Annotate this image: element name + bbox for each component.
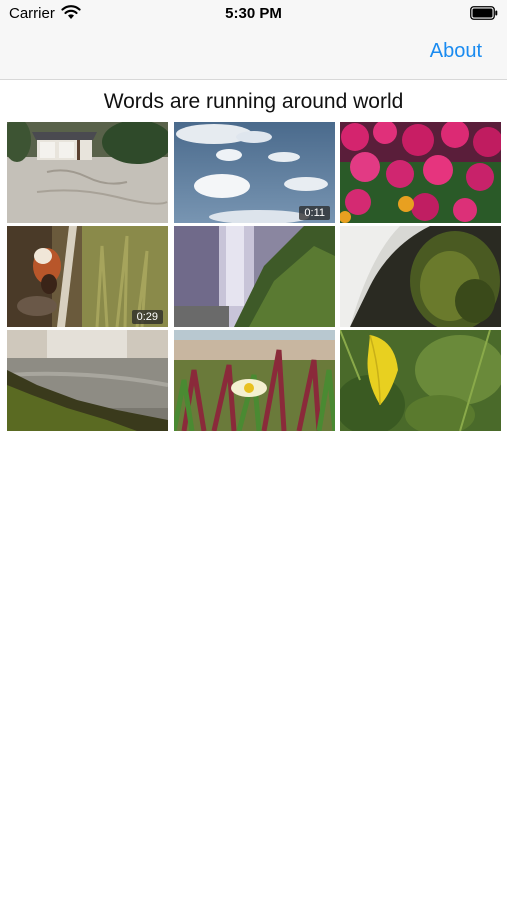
photo-grid: 0:11 0:29 bbox=[7, 122, 501, 433]
video-duration-badge: 0:11 bbox=[299, 206, 330, 220]
pink-flowers-thumbnail bbox=[340, 122, 501, 223]
river-rapids-thumbnail bbox=[7, 330, 168, 431]
photo-tile[interactable] bbox=[7, 330, 168, 431]
photo-tile[interactable] bbox=[174, 226, 335, 327]
photo-tile[interactable] bbox=[340, 226, 501, 327]
waterfall-cliff-thumbnail bbox=[174, 226, 335, 327]
yellow-leaf-thumbnail bbox=[340, 330, 501, 431]
photo-tile[interactable] bbox=[7, 122, 168, 223]
battery-icon bbox=[470, 6, 498, 20]
video-duration-badge: 0:29 bbox=[131, 310, 163, 324]
status-bar: Carrier 5:30 PM bbox=[0, 0, 507, 28]
mossy-waterfall-thumbnail bbox=[340, 226, 501, 327]
photo-tile[interactable] bbox=[340, 330, 501, 431]
photo-tile[interactable] bbox=[340, 122, 501, 223]
photo-tile[interactable]: 0:11 bbox=[174, 122, 335, 223]
navigation-bar: About bbox=[0, 28, 507, 80]
photo-tile[interactable] bbox=[174, 330, 335, 431]
about-button[interactable]: About bbox=[430, 40, 482, 63]
ice-plant-thumbnail bbox=[174, 330, 335, 431]
garden-house-thumbnail bbox=[7, 122, 168, 223]
status-time: 5:30 PM bbox=[225, 5, 282, 22]
photo-tile[interactable]: 0:29 bbox=[7, 226, 168, 327]
page-title: Words are running around world bbox=[103, 90, 404, 113]
